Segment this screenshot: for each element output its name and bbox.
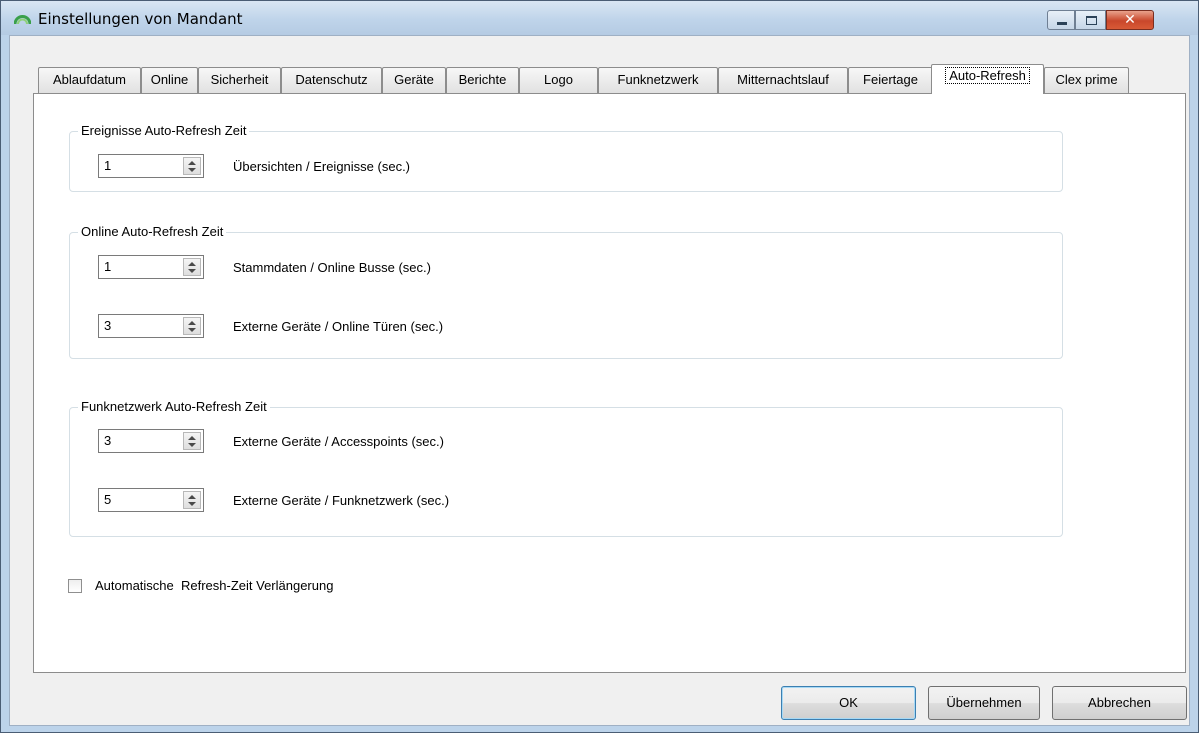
tab-funknetzwerk[interactable]: Funknetzwerk xyxy=(598,67,718,93)
uebersichten-ereignisse-label: Übersichten / Ereignisse (sec.) xyxy=(233,159,411,174)
tab-label: Sicherheit xyxy=(210,72,269,87)
close-button[interactable]: ✕ xyxy=(1106,10,1154,30)
spinner-buttons[interactable] xyxy=(183,491,201,509)
online-tueren-spinner[interactable]: 3 xyxy=(98,314,204,338)
tab-logo[interactable]: Logo xyxy=(519,67,598,93)
accesspoints-label: Externe Geräte / Accesspoints (sec.) xyxy=(233,434,444,449)
minimize-icon xyxy=(1057,22,1067,25)
tab-label: Logo xyxy=(544,72,573,87)
spin-down-icon[interactable] xyxy=(188,443,196,447)
tab-label: Berichte xyxy=(458,72,507,87)
tab-auto-refresh[interactable]: Auto-Refresh xyxy=(931,64,1044,94)
tab-label: Datenschutz xyxy=(295,72,368,87)
tab-label: Geräte xyxy=(394,72,434,87)
online-group xyxy=(69,232,1063,359)
spin-down-icon[interactable] xyxy=(188,269,196,273)
tab-feiertage[interactable]: Feiertage xyxy=(848,67,933,93)
tab-label: Feiertage xyxy=(863,72,918,87)
spin-down-icon[interactable] xyxy=(188,168,196,172)
spinner-value: 1 xyxy=(104,259,112,274)
tab-sicherheit[interactable]: Sicherheit xyxy=(198,67,281,93)
tab-label: Clex prime xyxy=(1055,72,1118,87)
tab-label: Funknetzwerk xyxy=(617,72,699,87)
stammdaten-busse-label: Stammdaten / Online Busse (sec.) xyxy=(233,260,431,275)
spin-down-icon[interactable] xyxy=(188,502,196,506)
funknetzwerk-group-title: Funknetzwerk Auto-Refresh Zeit xyxy=(78,399,270,414)
app-logo-icon xyxy=(14,15,31,25)
spin-up-icon[interactable] xyxy=(188,262,196,266)
spinner-buttons[interactable] xyxy=(183,317,201,335)
tab-geraete[interactable]: Geräte xyxy=(382,67,446,93)
cancel-button[interactable]: Abbrechen xyxy=(1052,686,1187,720)
maximize-icon xyxy=(1086,16,1097,25)
close-icon: ✕ xyxy=(1124,12,1136,28)
tab-label: Auto-Refresh xyxy=(945,67,1030,84)
tab-mitternachtslauf[interactable]: Mitternachtslauf xyxy=(718,67,848,93)
settings-window: Einstellungen von Mandant ✕ Ablaufdatum … xyxy=(0,0,1199,733)
accesspoints-spinner[interactable]: 3 xyxy=(98,429,204,453)
window-title: Einstellungen von Mandant xyxy=(38,10,243,28)
spin-up-icon[interactable] xyxy=(188,161,196,165)
uebersichten-ereignisse-spinner[interactable]: 1 xyxy=(98,154,204,178)
tab-berichte[interactable]: Berichte xyxy=(446,67,519,93)
maximize-button[interactable] xyxy=(1075,10,1106,30)
spinner-buttons[interactable] xyxy=(183,157,201,175)
funknetzwerk-group xyxy=(69,407,1063,537)
ok-button[interactable]: OK xyxy=(781,686,916,720)
spinner-value: 3 xyxy=(104,318,112,333)
spinner-buttons[interactable] xyxy=(183,432,201,450)
spinner-value: 3 xyxy=(104,433,112,448)
apply-button[interactable]: Übernehmen xyxy=(928,686,1040,720)
online-tueren-label: Externe Geräte / Online Türen (sec.) xyxy=(233,319,444,334)
tab-ablaufdatum[interactable]: Ablaufdatum xyxy=(38,67,141,93)
tab-strip: Ablaufdatum Online Sicherheit Datenschut… xyxy=(24,64,1144,94)
tab-clex-prime[interactable]: Clex prime xyxy=(1044,67,1129,93)
ereignisse-group xyxy=(69,131,1063,192)
online-group-title: Online Auto-Refresh Zeit xyxy=(78,224,227,239)
spin-up-icon[interactable] xyxy=(188,436,196,440)
tab-datenschutz[interactable]: Datenschutz xyxy=(281,67,382,93)
tab-label: Mitternachtslauf xyxy=(737,72,829,87)
tab-online[interactable]: Online xyxy=(141,67,198,93)
spin-up-icon[interactable] xyxy=(188,321,196,325)
tab-label: Online xyxy=(150,72,189,87)
spin-up-icon[interactable] xyxy=(188,495,196,499)
tab-label: Ablaufdatum xyxy=(53,72,126,87)
ereignisse-group-title: Ereignisse Auto-Refresh Zeit xyxy=(78,123,250,138)
spin-down-icon[interactable] xyxy=(188,328,196,332)
spinner-buttons[interactable] xyxy=(183,258,201,276)
stammdaten-busse-spinner[interactable]: 1 xyxy=(98,255,204,279)
auto-extension-label[interactable]: Automatische Refresh-Zeit Verlängerung xyxy=(95,578,333,593)
funknetzwerk-label: Externe Geräte / Funknetzwerk (sec.) xyxy=(233,493,450,508)
minimize-button[interactable] xyxy=(1047,10,1075,30)
funknetzwerk-spinner[interactable]: 5 xyxy=(98,488,204,512)
auto-extension-checkbox[interactable] xyxy=(68,579,82,593)
spinner-value: 1 xyxy=(104,158,112,173)
spinner-value: 5 xyxy=(104,492,112,507)
title-bar[interactable]: Einstellungen von Mandant ✕ xyxy=(1,1,1198,35)
